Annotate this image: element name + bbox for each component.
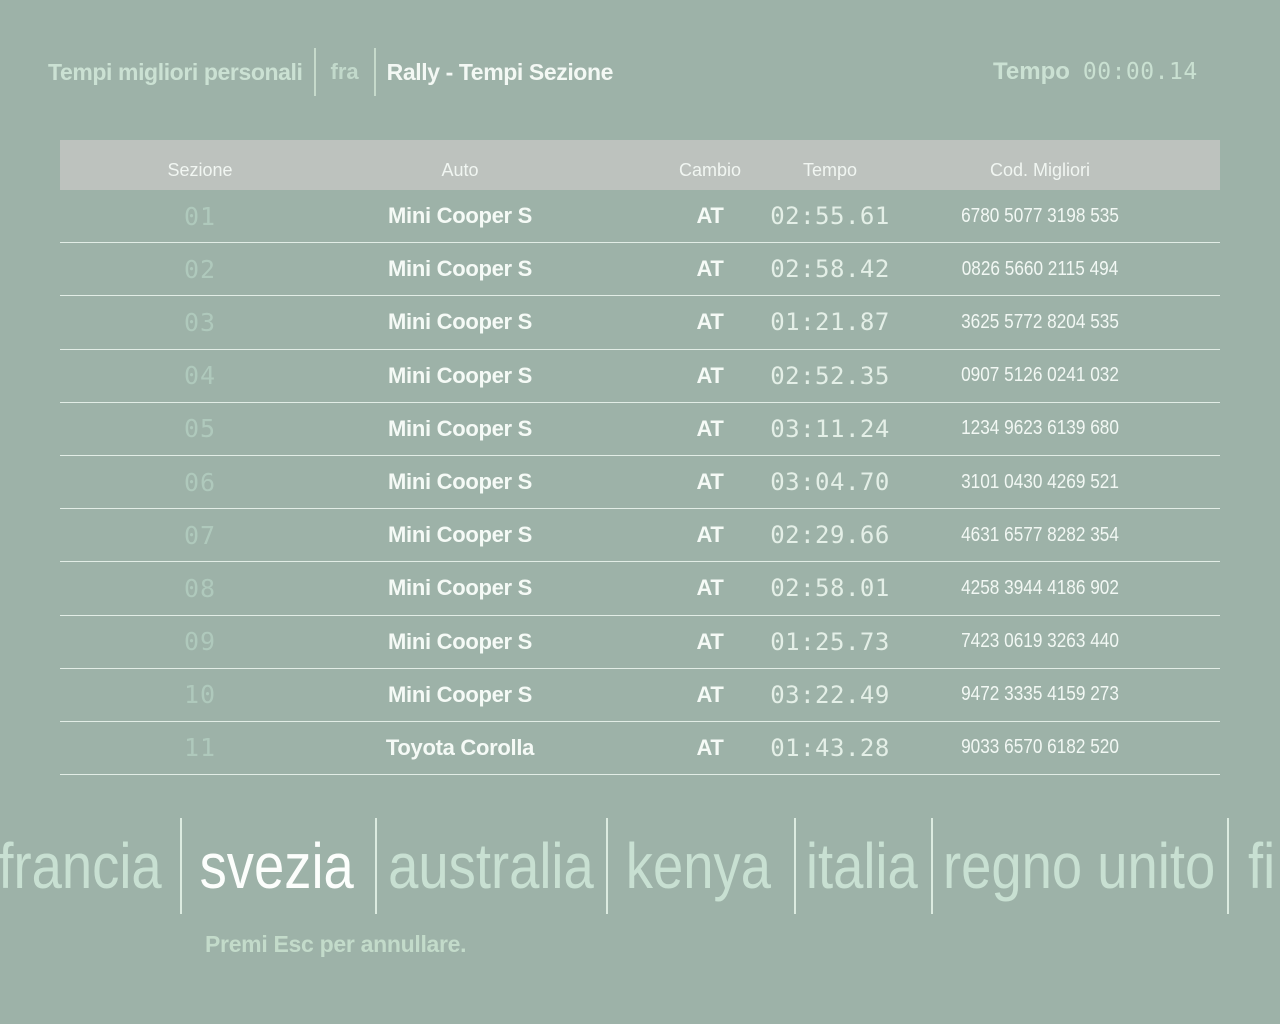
cell-sezione: 05 bbox=[120, 403, 280, 455]
country-item[interactable]: australia bbox=[391, 818, 591, 914]
table-header-row: SezioneAutoCambioTempoCod. Migliori bbox=[60, 140, 1220, 190]
column-header: Sezione bbox=[120, 140, 280, 190]
cell-auto: Mini Cooper S bbox=[360, 562, 560, 614]
country-label: fi bbox=[1248, 829, 1275, 903]
cell-cod-migliori: 3625 5772 8204 535 bbox=[920, 296, 1161, 348]
country-item[interactable]: italia bbox=[762, 818, 962, 914]
country-item[interactable]: regno unito bbox=[979, 818, 1179, 914]
cell-sezione: 07 bbox=[120, 509, 280, 561]
cell-cod-migliori: 9472 3335 4159 273 bbox=[920, 669, 1161, 721]
cell-tempo: 03:04.70 bbox=[750, 456, 910, 508]
cell-auto: Mini Cooper S bbox=[360, 616, 560, 668]
cell-auto: Mini Cooper S bbox=[360, 243, 560, 295]
cell-auto: Toyota Corolla bbox=[360, 722, 560, 774]
cell-sezione: 09 bbox=[120, 616, 280, 668]
cell-sezione: 06 bbox=[120, 456, 280, 508]
cell-cod-migliori: 4631 6577 8282 354 bbox=[920, 509, 1161, 561]
table-row: 11 Toyota Corolla AT 01:43.28 9033 6570 … bbox=[60, 722, 1220, 775]
cell-sezione: 04 bbox=[120, 350, 280, 402]
table-row: 01 Mini Cooper S AT 02:55.61 6780 5077 3… bbox=[60, 190, 1220, 243]
cell-auto: Mini Cooper S bbox=[360, 190, 560, 242]
session-clock: Tempo 00:00.14 bbox=[993, 44, 1198, 100]
cell-sezione: 10 bbox=[120, 669, 280, 721]
cell-tempo: 02:29.66 bbox=[750, 509, 910, 561]
cell-tempo: 01:43.28 bbox=[750, 722, 910, 774]
cell-auto: Mini Cooper S bbox=[360, 456, 560, 508]
game-screen: Tempi migliori personali fra Rally - Tem… bbox=[0, 0, 1280, 1024]
esc-hint: Premi Esc per annullare. bbox=[205, 931, 466, 958]
cell-auto: Mini Cooper S bbox=[360, 403, 560, 455]
cell-auto: Mini Cooper S bbox=[360, 669, 560, 721]
cell-tempo: 01:21.87 bbox=[750, 296, 910, 348]
cell-tempo: 02:55.61 bbox=[750, 190, 910, 242]
cell-cod-migliori: 7423 0619 3263 440 bbox=[920, 616, 1161, 668]
clock-value: 00:00.14 bbox=[1083, 59, 1198, 85]
country-selector: francia svezia australia kenya italia re… bbox=[0, 818, 1280, 914]
header: Tempi migliori personali fra Rally - Tem… bbox=[48, 44, 613, 100]
table-row: 04 Mini Cooper S AT 02:52.35 0907 5126 0… bbox=[60, 350, 1220, 403]
cell-tempo: 02:52.35 bbox=[750, 350, 910, 402]
header-divider bbox=[314, 48, 316, 96]
country-item[interactable]: francia bbox=[0, 818, 180, 914]
cell-auto: Mini Cooper S bbox=[360, 350, 560, 402]
country-label: svezia bbox=[200, 829, 354, 903]
table-row: 10 Mini Cooper S AT 03:22.49 9472 3335 4… bbox=[60, 669, 1220, 722]
table-row: 03 Mini Cooper S AT 01:21.87 3625 5772 8… bbox=[60, 296, 1220, 349]
table-row: 09 Mini Cooper S AT 01:25.73 7423 0619 3… bbox=[60, 616, 1220, 669]
cell-sezione: 02 bbox=[120, 243, 280, 295]
cell-cod-migliori: 6780 5077 3198 535 bbox=[920, 190, 1161, 242]
country-label: kenya bbox=[625, 829, 770, 903]
cell-cod-migliori: 0907 5126 0241 032 bbox=[920, 350, 1161, 402]
country-label: italia bbox=[806, 829, 918, 903]
country-label: francia bbox=[0, 829, 162, 903]
clock-label: Tempo bbox=[993, 58, 1070, 86]
cell-sezione: 01 bbox=[120, 190, 280, 242]
cell-cod-migliori: 3101 0430 4269 521 bbox=[920, 456, 1161, 508]
cell-cod-migliori: 1234 9623 6139 680 bbox=[920, 403, 1161, 455]
table-row: 07 Mini Cooper S AT 02:29.66 4631 6577 8… bbox=[60, 509, 1220, 562]
cell-auto: Mini Cooper S bbox=[360, 296, 560, 348]
cell-sezione: 03 bbox=[120, 296, 280, 348]
column-header: Tempo bbox=[750, 140, 910, 190]
page-title: Tempi migliori personali bbox=[48, 59, 303, 86]
cell-sezione: 11 bbox=[120, 722, 280, 774]
column-header: Cod. Migliori bbox=[900, 140, 1180, 190]
table-row: 06 Mini Cooper S AT 03:04.70 3101 0430 4… bbox=[60, 456, 1220, 509]
country-item[interactable]: svezia bbox=[177, 818, 377, 914]
cell-cod-migliori: 0826 5660 2115 494 bbox=[920, 243, 1161, 295]
cell-cod-migliori: 9033 6570 6182 520 bbox=[920, 722, 1161, 774]
country-label: australia bbox=[388, 829, 594, 903]
country-label: regno unito bbox=[943, 829, 1215, 903]
cell-tempo: 03:11.24 bbox=[750, 403, 910, 455]
column-header: Auto bbox=[360, 140, 560, 190]
best-times-table: SezioneAutoCambioTempoCod. Migliori 01 M… bbox=[60, 140, 1220, 775]
cell-cod-migliori: 4258 3944 4186 902 bbox=[920, 562, 1161, 614]
cell-tempo: 02:58.42 bbox=[750, 243, 910, 295]
table-row: 05 Mini Cooper S AT 03:11.24 1234 9623 6… bbox=[60, 403, 1220, 456]
country-divider bbox=[1227, 818, 1229, 914]
cell-sezione: 08 bbox=[120, 562, 280, 614]
mode-label: fra bbox=[327, 59, 363, 85]
cell-tempo: 02:58.01 bbox=[750, 562, 910, 614]
table-row: 02 Mini Cooper S AT 02:58.42 0826 5660 2… bbox=[60, 243, 1220, 296]
cell-tempo: 03:22.49 bbox=[750, 669, 910, 721]
table-body: 01 Mini Cooper S AT 02:55.61 6780 5077 3… bbox=[60, 190, 1220, 775]
header-divider bbox=[374, 48, 376, 96]
table-row: 08 Mini Cooper S AT 02:58.01 4258 3944 4… bbox=[60, 562, 1220, 615]
cell-auto: Mini Cooper S bbox=[360, 509, 560, 561]
cell-tempo: 01:25.73 bbox=[750, 616, 910, 668]
page-subtitle: Rally - Tempi Sezione bbox=[387, 59, 613, 86]
country-item[interactable]: fi bbox=[1248, 818, 1280, 914]
